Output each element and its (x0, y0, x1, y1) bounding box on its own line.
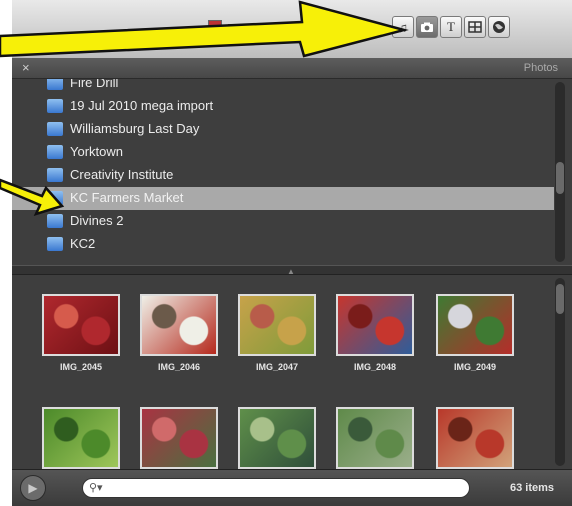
titles-tab[interactable]: T (440, 16, 462, 38)
media-browser-panel: ♫ T × Photos Fire Drill 19 Jul 2010 mega… (12, 0, 572, 506)
album-item-kc-farmers-market[interactable]: KC Farmers Market (12, 187, 554, 210)
photo-item[interactable] (428, 407, 522, 469)
browser-title: Photos (523, 62, 558, 74)
browser-tabs: ♫ T (392, 16, 510, 38)
photo-thumbnail[interactable] (140, 407, 218, 469)
photo-item[interactable]: IMG_2048 (328, 294, 422, 372)
album-icon (47, 214, 63, 228)
album-label: Creativity Institute (70, 167, 174, 182)
album-scrollbar[interactable] (555, 82, 565, 262)
photo-item[interactable]: IMG_2045 (34, 294, 128, 372)
album-icon (47, 79, 63, 90)
photo-thumbnail[interactable] (238, 407, 316, 469)
photo-item[interactable] (34, 407, 128, 469)
level-bar (228, 24, 312, 31)
photos-tab[interactable] (416, 16, 438, 38)
album-label: Fire Drill (70, 79, 119, 90)
maps-tab[interactable] (488, 16, 510, 38)
album-scroll-thumb[interactable] (556, 162, 564, 194)
album-icon (47, 145, 63, 159)
album-icon (47, 122, 63, 136)
photo-scroll-thumb[interactable] (556, 284, 564, 314)
album-item-williamsburg[interactable]: Williamsburg Last Day (12, 118, 554, 141)
photo-item[interactable] (132, 407, 226, 469)
photo-item[interactable]: IMG_2046 (132, 294, 226, 372)
album-item-mega-import[interactable]: 19 Jul 2010 mega import (12, 95, 554, 118)
play-button[interactable]: ▶ (20, 475, 46, 501)
search-icon: ⚲▾ (89, 482, 103, 494)
search-input[interactable] (105, 481, 459, 497)
photo-thumbnail[interactable] (42, 407, 120, 469)
photo-thumbnail[interactable] (238, 294, 316, 356)
photo-caption: IMG_2047 (255, 362, 299, 372)
item-count: 63 items (509, 482, 554, 494)
album-label: Yorktown (70, 144, 123, 159)
album-item-creativity-institute[interactable]: Creativity Institute (12, 164, 554, 187)
photo-caption: IMG_2048 (353, 362, 397, 372)
album-label: Williamsburg Last Day (70, 121, 200, 136)
album-label: KC Farmers Market (70, 190, 184, 205)
album-icon (47, 191, 63, 205)
album-label: 19 Jul 2010 mega import (70, 98, 214, 113)
album-icon (47, 99, 63, 113)
photo-thumbnail[interactable] (42, 294, 120, 356)
album-item-kc2[interactable]: KC2 (12, 233, 554, 256)
photo-grid: IMG_2045 IMG_2046 IMG_2047 IMG_2048 IMG_2049 (12, 274, 554, 469)
close-button[interactable]: × (22, 60, 30, 75)
search-field[interactable]: ⚲▾ (82, 478, 470, 498)
photo-thumbnail[interactable] (436, 407, 514, 469)
photo-caption: IMG_2049 (453, 362, 497, 372)
photo-item[interactable]: IMG_2047 (230, 294, 324, 372)
album-item-divines-2[interactable]: Divines 2 (12, 210, 554, 233)
transitions-tab[interactable] (464, 16, 486, 38)
album-item-fire-drill[interactable]: Fire Drill (12, 79, 554, 95)
album-item-yorktown[interactable]: Yorktown (12, 141, 554, 164)
text-icon: T (447, 19, 455, 34)
photo-thumbnail[interactable] (336, 407, 414, 469)
browser-header: × Photos (12, 58, 572, 79)
audio-level-meter (208, 20, 312, 34)
album-label: Divines 2 (70, 213, 124, 228)
bottom-bar: ▶ ⚲▾ 63 items (12, 469, 572, 506)
album-icon (47, 237, 63, 251)
album-icon (47, 168, 63, 182)
photo-item[interactable] (328, 407, 422, 469)
photo-scrollbar[interactable] (555, 278, 565, 466)
photo-thumbnail[interactable] (436, 294, 514, 356)
photo-thumbnail[interactable] (336, 294, 414, 356)
play-icon: ▶ (28, 481, 38, 495)
transition-icon (468, 21, 482, 33)
photo-item[interactable]: IMG_2049 (428, 294, 522, 372)
album-list: Fire Drill 19 Jul 2010 mega import Willi… (12, 79, 554, 265)
photo-caption: IMG_2045 (59, 362, 103, 372)
peak-indicator (208, 20, 222, 34)
album-label: KC2 (70, 236, 96, 251)
level-fill (229, 25, 272, 30)
toolbar: ♫ T (12, 0, 572, 59)
photo-thumbnail[interactable] (140, 294, 218, 356)
camera-icon (421, 22, 433, 32)
photo-caption: IMG_2046 (157, 362, 201, 372)
globe-icon (493, 21, 505, 33)
photo-item[interactable] (230, 407, 324, 469)
music-tab[interactable]: ♫ (392, 16, 414, 38)
music-note-icon: ♫ (398, 19, 408, 35)
